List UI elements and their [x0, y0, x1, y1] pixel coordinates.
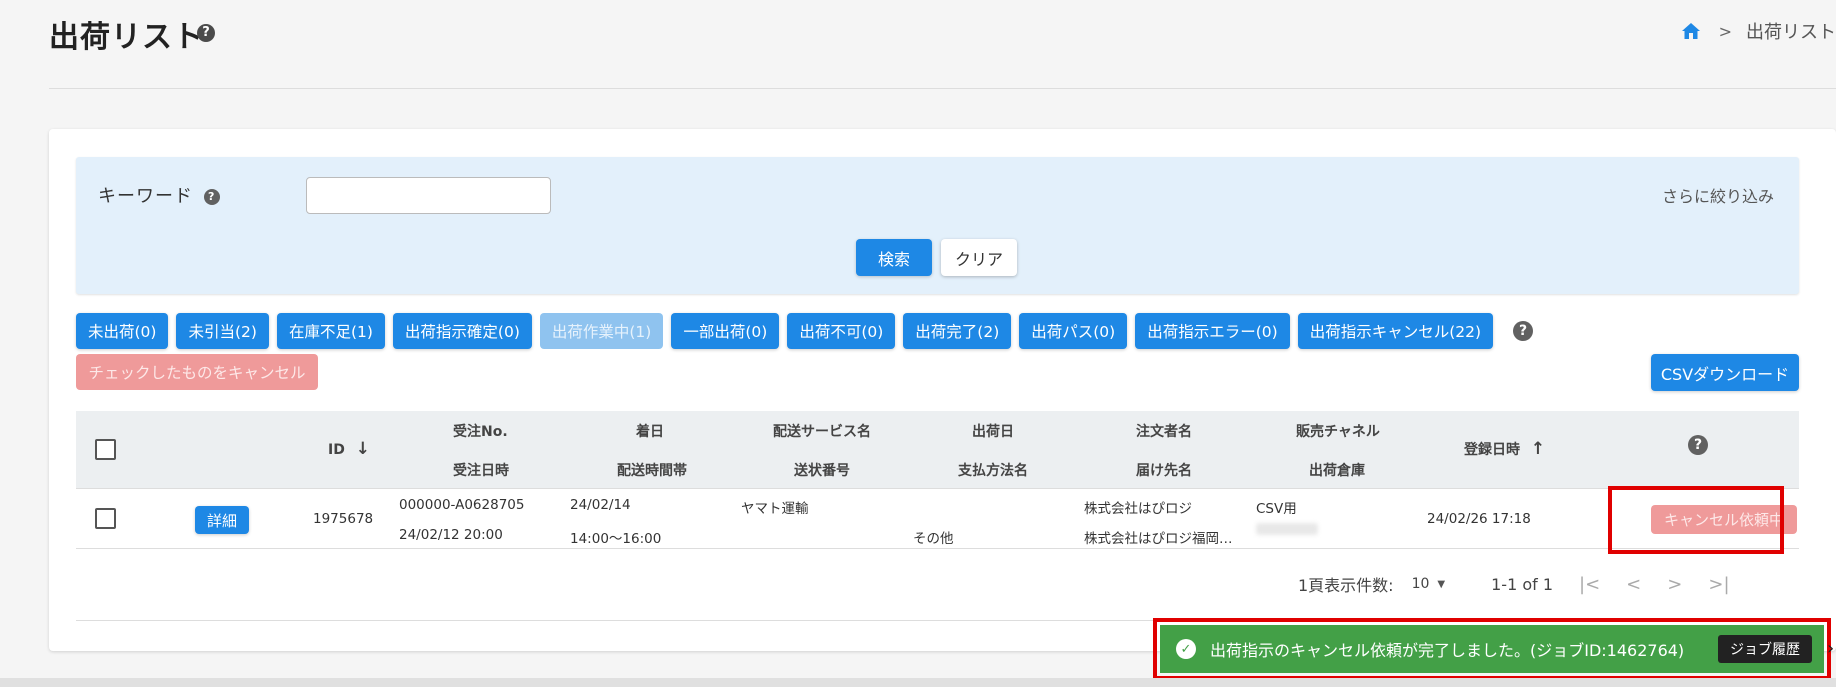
- cell-recipient: 株式会社はぴロジ福岡…: [1084, 531, 1233, 547]
- next-page-icon[interactable]: >: [1667, 574, 1682, 595]
- column-header-arrival-date[interactable]: 着日: [636, 421, 664, 441]
- cell-delivery-service: ヤマト運輸: [741, 501, 809, 517]
- cell-registered-at: 24/02/26 17:18: [1427, 511, 1531, 527]
- status-filter-partial[interactable]: 一部出荷(0): [671, 313, 780, 349]
- keyword-label: キーワード ?: [98, 182, 220, 208]
- highlight-box-toast: ✓ 出荷指示のキャンセル依頼が完了しました。(ジョブID:1462764) ジョ…: [1153, 618, 1831, 680]
- detail-button[interactable]: 詳細: [195, 506, 249, 534]
- column-header-registered-at[interactable]: 登録日時 ↑: [1464, 439, 1545, 459]
- help-icon[interactable]: ?: [197, 24, 215, 42]
- cell-orderer: 株式会社はぴロジ: [1084, 501, 1192, 517]
- last-page-icon[interactable]: >|: [1708, 574, 1729, 595]
- table-header: ID ↓ 受注No. 受注日時 着日 配送時間帯 配送サービス名 送状番号 出荷…: [76, 411, 1799, 489]
- cell-arrival-date: 24/02/14: [570, 497, 631, 513]
- column-header-tracking-no[interactable]: 送状番号: [794, 460, 850, 480]
- search-button[interactable]: 検索: [856, 239, 932, 276]
- status-filter-error[interactable]: 出荷指示エラー(0): [1135, 313, 1290, 349]
- page-title: 出荷リスト: [49, 20, 204, 55]
- table-row: 詳細 1975678 000000-A0628705 24/02/12 20:0…: [76, 489, 1799, 549]
- keyword-label-text: キーワード: [98, 186, 193, 207]
- per-page-select[interactable]: 10 ▼: [1412, 576, 1446, 592]
- page-range: 1-1 of 1: [1491, 574, 1554, 594]
- home-icon[interactable]: [1681, 22, 1701, 40]
- cell-delivery-time: 14:00～16:00: [570, 531, 662, 547]
- keyword-input[interactable]: [306, 177, 551, 214]
- status-filter-unshipped[interactable]: 未出荷(0): [76, 313, 169, 349]
- job-history-button[interactable]: ジョブ履歴: [1718, 635, 1812, 663]
- column-header-order-no[interactable]: 受注No.: [453, 421, 508, 441]
- page-header: 出荷リスト ? > 出荷リスト: [0, 0, 1836, 90]
- per-page-label: 1頁表示件数:: [1298, 576, 1394, 595]
- status-filter-row: 未出荷(0) 未引当(2) 在庫不足(1) 出荷指示確定(0) 出荷作業中(1)…: [76, 313, 1534, 349]
- breadcrumb-separator: >: [1718, 21, 1732, 41]
- column-header-delivery-service[interactable]: 配送サービス名: [773, 421, 871, 441]
- filter-more-link[interactable]: さらに絞り込み: [1662, 183, 1774, 207]
- help-icon[interactable]: ?: [1513, 321, 1534, 341]
- column-header-payment-method[interactable]: 支払方法名: [958, 460, 1028, 480]
- sort-asc-icon[interactable]: ↑: [1531, 439, 1545, 459]
- status-filter-instruction-confirmed[interactable]: 出荷指示確定(0): [392, 313, 532, 349]
- sort-desc-icon[interactable]: ↓: [356, 439, 370, 459]
- row-checkbox[interactable]: [95, 508, 116, 529]
- status-filter-unallocated[interactable]: 未引当(2): [176, 313, 269, 349]
- registered-at-header-label: 登録日時: [1464, 442, 1520, 458]
- highlight-box-cancel-status: [1608, 486, 1784, 554]
- status-filter-completed[interactable]: 出荷完了(2): [903, 313, 1012, 349]
- breadcrumb-current: 出荷リスト: [1746, 22, 1836, 43]
- chevron-down-icon: ▼: [1437, 578, 1446, 590]
- column-header-delivery-time[interactable]: 配送時間帯: [617, 460, 687, 480]
- success-toast: ✓ 出荷指示のキャンセル依頼が完了しました。(ジョブID:1462764) ジョ…: [1160, 625, 1824, 673]
- search-panel: キーワード ? さらに絞り込み 検索 クリア: [76, 157, 1799, 294]
- id-header-label: ID: [328, 442, 345, 458]
- column-header-ship-date[interactable]: 出荷日: [972, 421, 1014, 441]
- cell-order-date: 24/02/12 20:00: [399, 527, 503, 543]
- column-header-orderer[interactable]: 注文者名: [1136, 421, 1192, 441]
- cancel-checked-button[interactable]: チェックしたものをキャンセル: [76, 354, 318, 390]
- per-page-value: 10: [1411, 576, 1430, 592]
- status-filter-unshippable[interactable]: 出荷不可(0): [787, 313, 896, 349]
- column-header-recipient[interactable]: 届け先名: [1136, 460, 1192, 480]
- column-header-sales-channel[interactable]: 販売チャネル: [1296, 421, 1380, 441]
- first-page-icon[interactable]: |<: [1579, 574, 1600, 595]
- cell-warehouse-redacted: [1256, 523, 1318, 535]
- check-circle-icon: ✓: [1176, 639, 1196, 659]
- toast-close-icon[interactable]: ›: [1827, 638, 1834, 659]
- prev-page-icon[interactable]: <: [1626, 574, 1641, 595]
- status-filter-cancelled[interactable]: 出荷指示キャンセル(22): [1297, 313, 1494, 349]
- column-header-warehouse[interactable]: 出荷倉庫: [1309, 460, 1365, 480]
- bottom-strip: [0, 678, 1836, 687]
- cell-payment-method: その他: [913, 531, 954, 547]
- select-all-checkbox[interactable]: [95, 439, 116, 460]
- status-filter-out-of-stock[interactable]: 在庫不足(1): [276, 313, 385, 349]
- cell-order-no: 000000-A0628705: [399, 497, 525, 513]
- clear-button[interactable]: クリア: [941, 239, 1017, 276]
- header-divider: [49, 88, 1836, 89]
- breadcrumb: > 出荷リスト: [1681, 18, 1836, 44]
- toast-message: 出荷指示のキャンセル依頼が完了しました。(ジョブID:1462764): [1210, 641, 1685, 660]
- column-header-id[interactable]: ID ↓: [328, 439, 370, 459]
- help-icon[interactable]: ?: [203, 189, 220, 205]
- cell-id: 1975678: [313, 511, 374, 527]
- pagination: 1頁表示件数: 10 ▼ 1-1 of 1 |< < > >|: [1298, 572, 1730, 596]
- help-icon[interactable]: ?: [1688, 435, 1708, 455]
- status-filter-in-progress[interactable]: 出荷作業中(1): [539, 313, 664, 349]
- cell-sales-channel: CSV用: [1256, 501, 1297, 517]
- status-filter-pass[interactable]: 出荷パス(0): [1019, 313, 1128, 349]
- csv-download-button[interactable]: CSVダウンロード: [1651, 354, 1799, 391]
- column-header-order-date[interactable]: 受注日時: [453, 460, 509, 480]
